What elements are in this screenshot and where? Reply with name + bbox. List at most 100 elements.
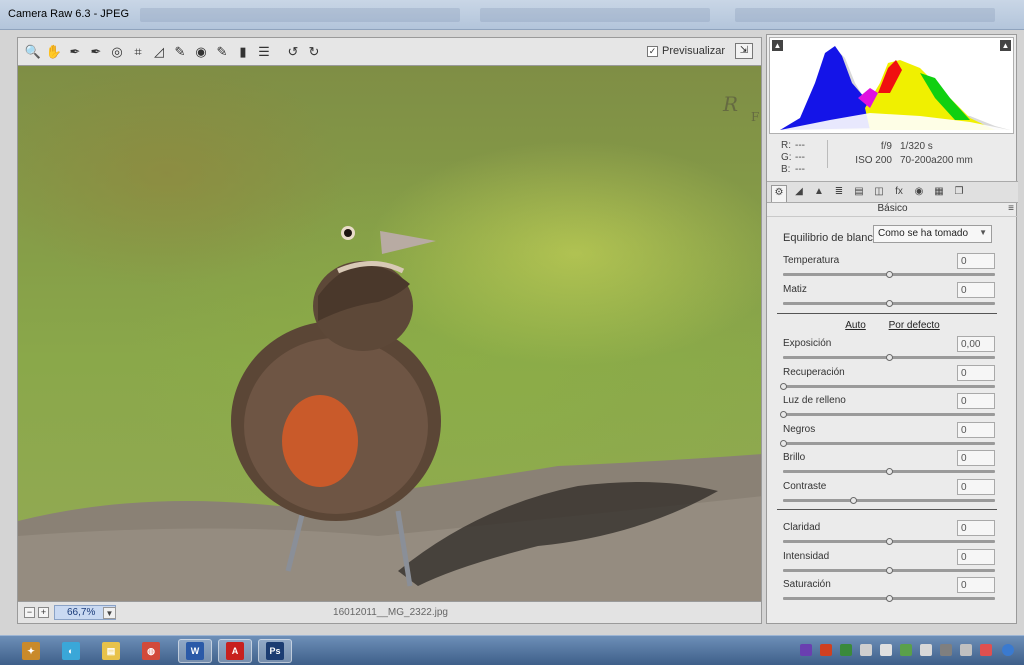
divider bbox=[777, 313, 997, 314]
slider-label: Negros bbox=[783, 424, 816, 435]
tray-icon[interactable] bbox=[880, 644, 892, 656]
slider-thumb[interactable] bbox=[780, 383, 787, 390]
fullscreen-icon[interactable]: ⇲ bbox=[735, 43, 753, 59]
rotate-right-icon[interactable]: ↻ bbox=[305, 43, 323, 61]
slider-thumb[interactable] bbox=[886, 567, 893, 574]
slider-row: Intensidad 0 bbox=[783, 549, 995, 577]
slider-value-field[interactable]: 0 bbox=[957, 577, 995, 593]
slider-thumb[interactable] bbox=[886, 271, 893, 278]
panel-tab-1-icon[interactable]: ◢ bbox=[791, 185, 807, 199]
slider-row: Negros 0 bbox=[780, 422, 995, 450]
bird-photo: R F bbox=[18, 92, 761, 601]
straighten-tool-icon[interactable]: ◿ bbox=[150, 43, 168, 61]
highlight-clipping-icon[interactable]: ▲ bbox=[1000, 40, 1011, 51]
adjustment-brush-icon[interactable]: ✎ bbox=[213, 43, 231, 61]
slider-label: Brillo bbox=[783, 452, 806, 463]
slider-row: Exposición 0,00 bbox=[783, 336, 995, 364]
slider-thumb[interactable] bbox=[886, 538, 893, 545]
slider-track[interactable] bbox=[783, 442, 995, 445]
slider-label: Recuperación bbox=[783, 367, 845, 378]
panel-tab-4-icon[interactable]: ▤ bbox=[851, 185, 867, 199]
taskbar-acrobat[interactable]: A bbox=[218, 639, 252, 663]
white-balance-tool-icon[interactable]: ✒ bbox=[66, 43, 84, 61]
slider-thumb[interactable] bbox=[780, 411, 787, 418]
panel-tab-3-icon[interactable]: ≣ bbox=[831, 185, 847, 199]
slider-thumb[interactable] bbox=[886, 468, 893, 475]
taskbar-app-4-icon: ◍ bbox=[142, 642, 160, 660]
volume-icon[interactable] bbox=[860, 644, 872, 656]
panel-menu-icon[interactable]: ≡ bbox=[1008, 203, 1014, 214]
slider-thumb[interactable] bbox=[780, 440, 787, 447]
preview-checkbox[interactable]: ✓ bbox=[647, 45, 659, 57]
preferences-icon[interactable]: ☰ bbox=[255, 43, 273, 61]
slider-value-field[interactable]: 0,00 bbox=[957, 336, 995, 352]
status-bar: − + 66,7% ▼ 16012011__MG_2322.jpg bbox=[17, 602, 762, 624]
panel-tab-8-icon[interactable]: ▦ bbox=[931, 185, 947, 199]
taskbar-word[interactable]: W bbox=[178, 639, 212, 663]
panel-tab-5-icon[interactable]: ◫ bbox=[871, 185, 887, 199]
panel-tab-9-icon[interactable]: ❐ bbox=[951, 185, 967, 199]
slider-row: Brillo 0 bbox=[783, 450, 995, 478]
slider-track[interactable] bbox=[783, 385, 995, 388]
panel-tab-7-icon[interactable]: ◉ bbox=[911, 185, 927, 199]
color-sampler-tool-icon[interactable]: ✒ bbox=[87, 43, 105, 61]
slider-value-field[interactable]: 0 bbox=[957, 365, 995, 381]
slider-value-field[interactable]: 0 bbox=[957, 549, 995, 565]
taskbar-app-2-icon: ◐ bbox=[62, 642, 80, 660]
taskbar-app-1[interactable]: ✦ bbox=[14, 639, 48, 663]
tray-icon[interactable] bbox=[980, 644, 992, 656]
auto-link[interactable]: Auto bbox=[845, 320, 866, 331]
hand-tool-icon[interactable]: ✋ bbox=[45, 43, 63, 61]
taskbar-photoshop-icon: Ps bbox=[266, 642, 284, 660]
slider-value-field[interactable]: 0 bbox=[957, 253, 995, 269]
taskbar-app-2[interactable]: ◐ bbox=[54, 639, 88, 663]
slider-label: Temperatura bbox=[783, 255, 840, 266]
preview-toggle[interactable]: ✓ Previsualizar bbox=[647, 45, 725, 57]
slider-value-field[interactable]: 0 bbox=[957, 520, 995, 536]
taskbar-word-icon: W bbox=[186, 642, 204, 660]
crop-tool-icon[interactable]: ⌗ bbox=[129, 43, 147, 61]
rotate-left-icon[interactable]: ↺ bbox=[284, 43, 302, 61]
panel-tab-6-icon[interactable]: fx bbox=[891, 185, 907, 199]
graduated-filter-icon[interactable]: ▮ bbox=[234, 43, 252, 61]
tray-icon[interactable] bbox=[840, 644, 852, 656]
slider-value-field[interactable]: 0 bbox=[957, 393, 995, 409]
tray-icon[interactable] bbox=[820, 644, 832, 656]
white-balance-select[interactable]: Como se ha tomado ▼ bbox=[873, 225, 992, 243]
taskbar-app-1-icon: ✦ bbox=[22, 642, 40, 660]
slider-track[interactable] bbox=[783, 499, 995, 502]
slider-thumb[interactable] bbox=[849, 497, 857, 504]
background-toolbar bbox=[480, 8, 710, 22]
panel-tab-2-icon[interactable]: ▲ bbox=[811, 185, 827, 199]
slider-label: Intensidad bbox=[783, 551, 830, 562]
tray-icon[interactable] bbox=[800, 644, 812, 656]
tray-icon[interactable] bbox=[960, 644, 972, 656]
update-icon[interactable] bbox=[1002, 644, 1014, 656]
tray-icon[interactable] bbox=[900, 644, 912, 656]
taskbar-app-4[interactable]: ◍ bbox=[134, 639, 168, 663]
slider-value-field[interactable]: 0 bbox=[957, 479, 995, 495]
tray-icon[interactable] bbox=[920, 644, 932, 656]
default-link[interactable]: Por defecto bbox=[889, 320, 940, 331]
spot-removal-tool-icon[interactable]: ✎ bbox=[171, 43, 189, 61]
slider-track[interactable] bbox=[783, 413, 995, 416]
slider-label: Exposición bbox=[783, 338, 832, 349]
slider-value-field[interactable]: 0 bbox=[957, 282, 995, 298]
slider-thumb[interactable] bbox=[886, 354, 893, 361]
image-preview[interactable]: R F bbox=[17, 65, 762, 602]
target-adjustment-tool-icon[interactable]: ◎ bbox=[108, 43, 126, 61]
title-bar: Camera Raw 6.3 - JPEG bbox=[0, 0, 1024, 30]
exif-info: f/9 1/320 s ISO 200 70-200a200 mm bbox=[827, 140, 997, 168]
panel-tab-0-icon[interactable]: ⚙ bbox=[771, 185, 787, 202]
slider-value-field[interactable]: 0 bbox=[957, 422, 995, 438]
slider-value-field[interactable]: 0 bbox=[957, 450, 995, 466]
window-title: Camera Raw 6.3 - JPEG bbox=[8, 8, 130, 20]
slider-thumb[interactable] bbox=[886, 595, 893, 602]
slider-thumb[interactable] bbox=[886, 300, 893, 307]
zoom-tool-icon[interactable]: 🔍 bbox=[24, 43, 42, 61]
network-icon[interactable] bbox=[940, 644, 952, 656]
taskbar-photoshop[interactable]: Ps bbox=[258, 639, 292, 663]
shadow-clipping-icon[interactable]: ▲ bbox=[772, 40, 783, 51]
taskbar-explorer[interactable]: ▤ bbox=[94, 639, 128, 663]
red-eye-tool-icon[interactable]: ◉ bbox=[192, 43, 210, 61]
